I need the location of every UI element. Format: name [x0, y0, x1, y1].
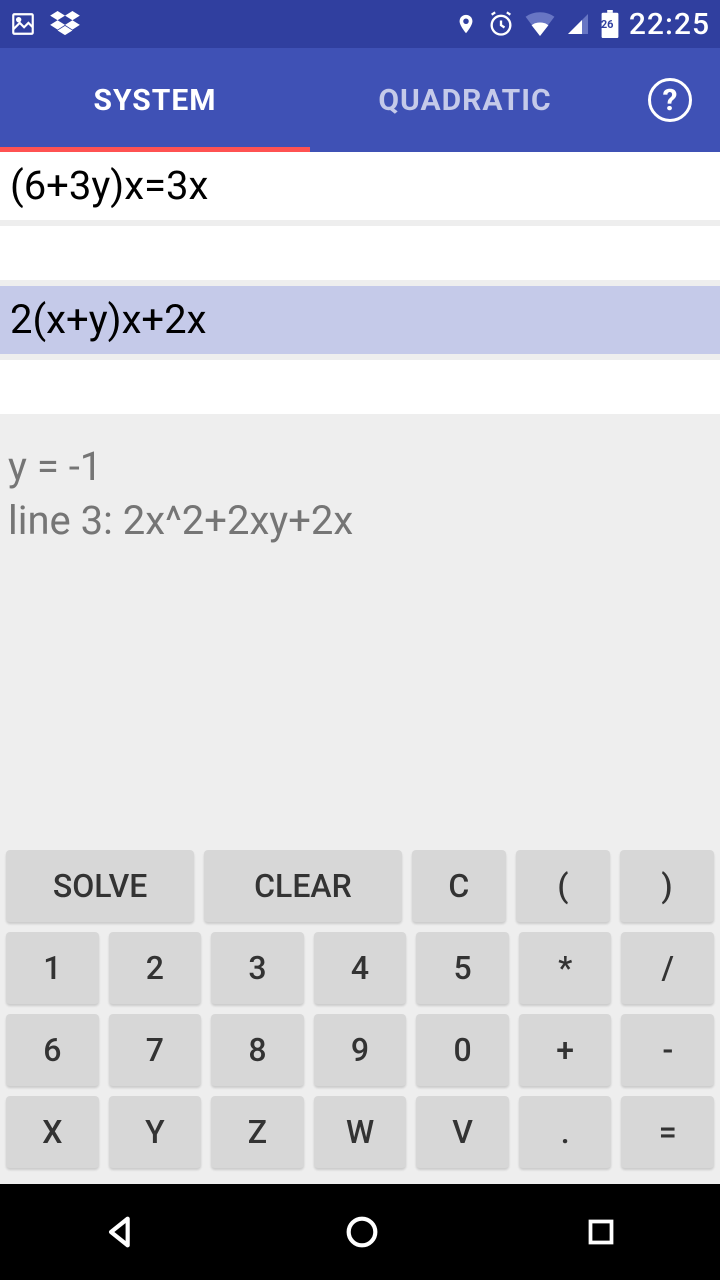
key-y[interactable]: Y	[109, 1096, 202, 1168]
result-line-1: y = -1	[8, 440, 712, 494]
android-nav-bar	[0, 1184, 720, 1280]
key-0[interactable]: 0	[416, 1014, 509, 1086]
backspace-button[interactable]: C	[412, 850, 506, 922]
nav-recent-icon[interactable]	[583, 1214, 619, 1250]
equation-row-3[interactable]: 2(x+y)x+2x	[0, 286, 720, 354]
help-button[interactable]: ?	[620, 48, 720, 152]
dropbox-icon	[50, 11, 80, 37]
key-8[interactable]: 8	[211, 1014, 304, 1086]
key-dot[interactable]: .	[519, 1096, 612, 1168]
key-plus[interactable]: +	[519, 1014, 612, 1086]
clock-text: 22:25	[629, 7, 710, 42]
key-x[interactable]: X	[6, 1096, 99, 1168]
location-icon	[455, 10, 477, 38]
keypad: SOLVE CLEAR C ( ) 1 2 3 4 5 * / 6 7 8 9 …	[0, 844, 720, 1184]
rparen-button[interactable]: )	[620, 850, 714, 922]
key-multiply[interactable]: *	[519, 932, 612, 1004]
key-2[interactable]: 2	[109, 932, 202, 1004]
solve-button[interactable]: SOLVE	[6, 850, 194, 922]
key-equals[interactable]: =	[621, 1096, 714, 1168]
app-bar: SYSTEM QUADRATIC ?	[0, 48, 720, 152]
results-area: y = -1 line 3: 2x^2+2xy+2x	[0, 420, 720, 548]
key-6[interactable]: 6	[6, 1014, 99, 1086]
key-w[interactable]: W	[314, 1096, 407, 1168]
tab-quadratic[interactable]: QUADRATIC	[310, 48, 620, 152]
equation-inputs: (6+3y)x=3x 2(x+y)x+2x	[0, 152, 720, 414]
signal-icon	[565, 12, 591, 36]
wifi-icon	[525, 12, 555, 36]
key-1[interactable]: 1	[6, 932, 99, 1004]
alarm-icon	[487, 10, 515, 38]
help-icon: ?	[648, 78, 692, 122]
key-7[interactable]: 7	[109, 1014, 202, 1086]
nav-home-icon[interactable]	[342, 1212, 382, 1252]
picture-icon	[10, 11, 36, 37]
tab-system[interactable]: SYSTEM	[0, 48, 310, 152]
clear-button[interactable]: CLEAR	[204, 850, 402, 922]
key-divide[interactable]: /	[621, 932, 714, 1004]
key-minus[interactable]: -	[621, 1014, 714, 1086]
nav-back-icon[interactable]	[101, 1212, 141, 1252]
lparen-button[interactable]: (	[516, 850, 610, 922]
battery-icon: 26	[601, 10, 619, 38]
key-9[interactable]: 9	[314, 1014, 407, 1086]
equation-row-2[interactable]	[0, 226, 720, 280]
result-line-2: line 3: 2x^2+2xy+2x	[8, 494, 712, 548]
key-3[interactable]: 3	[211, 932, 304, 1004]
equation-row-4[interactable]	[0, 360, 720, 414]
status-bar: 26 22:25	[0, 0, 720, 48]
key-z[interactable]: Z	[211, 1096, 304, 1168]
equation-row-1[interactable]: (6+3y)x=3x	[0, 152, 720, 220]
key-v[interactable]: V	[416, 1096, 509, 1168]
key-5[interactable]: 5	[416, 932, 509, 1004]
key-4[interactable]: 4	[314, 932, 407, 1004]
